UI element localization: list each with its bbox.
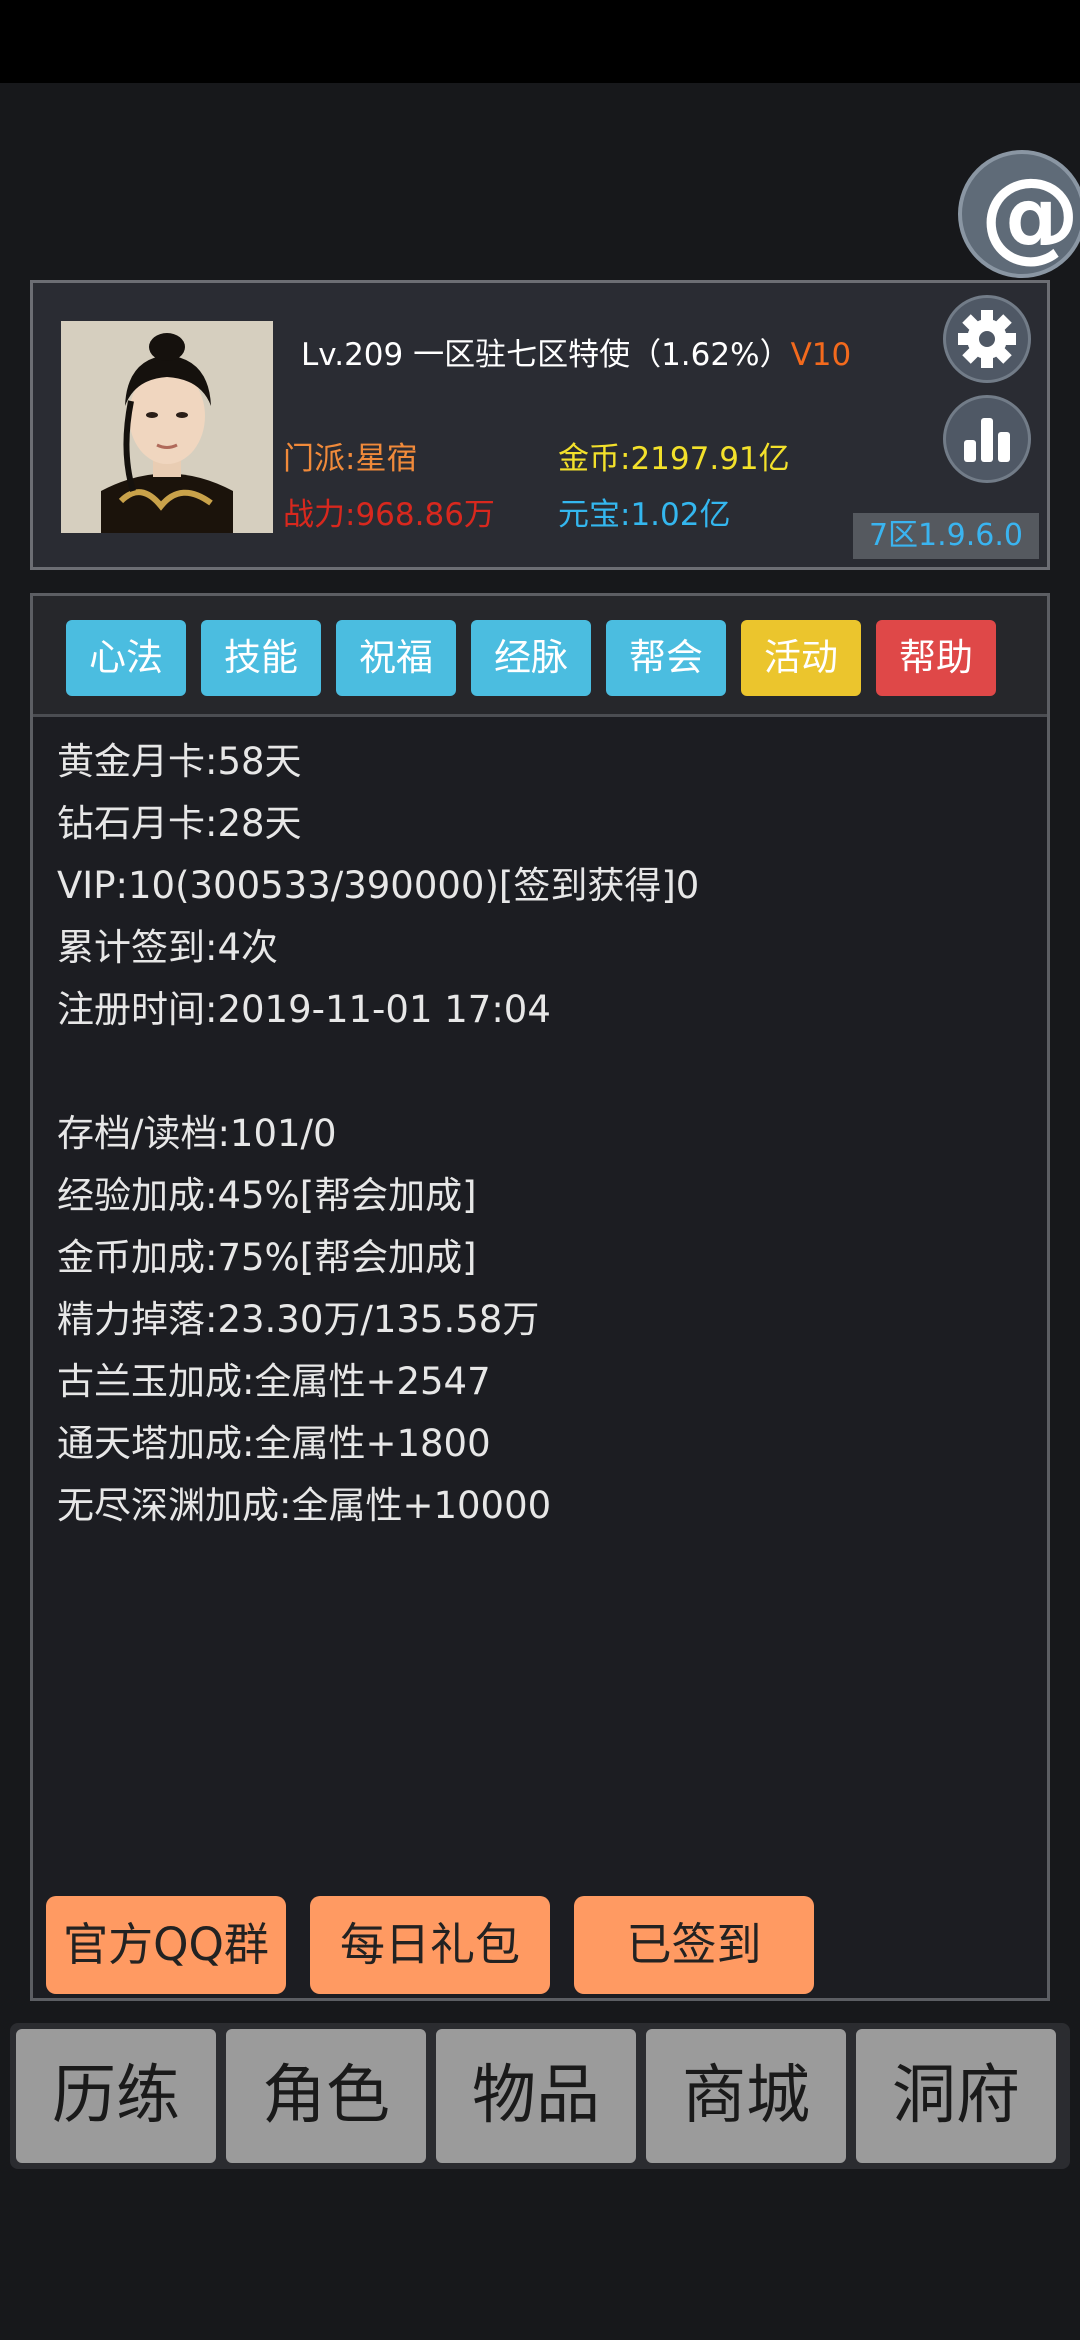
signed-in-button[interactable]: 已签到: [574, 1896, 814, 1994]
bar-chart-icon: [964, 418, 1010, 462]
gold-monthly-card: 黄金月卡:58天: [57, 740, 302, 783]
server-version: 7区1.9.6.0: [853, 513, 1039, 559]
daily-gift-button[interactable]: 每日礼包: [310, 1896, 550, 1994]
abyss-bonus: 无尽深渊加成:全属性+10000: [57, 1484, 552, 1527]
nav-cave[interactable]: 洞府: [856, 2029, 1056, 2163]
sect-label: 门派:星宿: [283, 441, 418, 477]
tab-meridian[interactable]: 经脉: [471, 620, 591, 696]
status-bar: [0, 0, 1080, 83]
bottom-nav: 历练 角色 物品 商城 洞府: [10, 2023, 1070, 2169]
nav-shop[interactable]: 商城: [646, 2029, 846, 2163]
level-title: Lv.209 一区驻七区特使（1.62%）V10: [301, 329, 851, 374]
total-sign-in: 累计签到:4次: [57, 926, 279, 969]
avatar-portrait-icon: [61, 321, 273, 533]
tab-blessing[interactable]: 祝福: [336, 620, 456, 696]
gold-amount: 金币:2197.91亿: [558, 441, 790, 477]
tab-guild[interactable]: 帮会: [606, 620, 726, 696]
save-load-count: 存档/读档:101/0: [57, 1112, 337, 1155]
avatar[interactable]: [61, 321, 273, 533]
level-title-main: Lv.209 一区驻七区特使（1.62%）: [301, 337, 791, 373]
gulan-jade-bonus: 古兰玉加成:全属性+2547: [57, 1360, 491, 1403]
energy-drop: 精力掉落:23.30万/135.58万: [57, 1298, 540, 1341]
combat-power: 战力:968.86万: [283, 497, 495, 533]
settings-button[interactable]: [943, 295, 1031, 383]
info-panel: 心法 技能 祝福 经脉 帮会 活动 帮助 黄金月卡:58天 钻石月卡:28天 V…: [30, 593, 1050, 2001]
register-time: 注册时间:2019-11-01 17:04: [57, 988, 551, 1031]
exp-bonus: 经验加成:45%[帮会加成]: [57, 1174, 477, 1217]
qq-group-button[interactable]: 官方QQ群: [46, 1896, 286, 1994]
nav-training[interactable]: 历练: [16, 2029, 216, 2163]
tab-events[interactable]: 活动: [741, 620, 861, 696]
tab-skills[interactable]: 技能: [201, 620, 321, 696]
nav-items[interactable]: 物品: [436, 2029, 636, 2163]
gold-bonus: 金币加成:75%[帮会加成]: [57, 1236, 477, 1279]
ranking-button[interactable]: [943, 395, 1031, 483]
nav-character[interactable]: 角色: [226, 2029, 426, 2163]
vip-progress: VIP:10(300533/390000)[签到获得]0: [57, 864, 700, 907]
tab-bar: 心法 技能 祝福 经脉 帮会 活动 帮助: [33, 596, 1047, 717]
tab-help[interactable]: 帮助: [876, 620, 996, 696]
gear-icon: [958, 310, 1016, 368]
diamond-monthly-card: 钻石月卡:28天: [57, 802, 302, 845]
profile-card: Lv.209 一区驻七区特使（1.62%）V10 门派:星宿 金币:2197.9…: [30, 280, 1050, 570]
ingot-amount: 元宝:1.02亿: [558, 497, 731, 533]
tab-xinfa[interactable]: 心法: [66, 620, 186, 696]
tower-bonus: 通天塔加成:全属性+1800: [57, 1422, 491, 1465]
at-icon[interactable]: @: [958, 150, 1080, 278]
vip-level: V10: [790, 337, 852, 373]
